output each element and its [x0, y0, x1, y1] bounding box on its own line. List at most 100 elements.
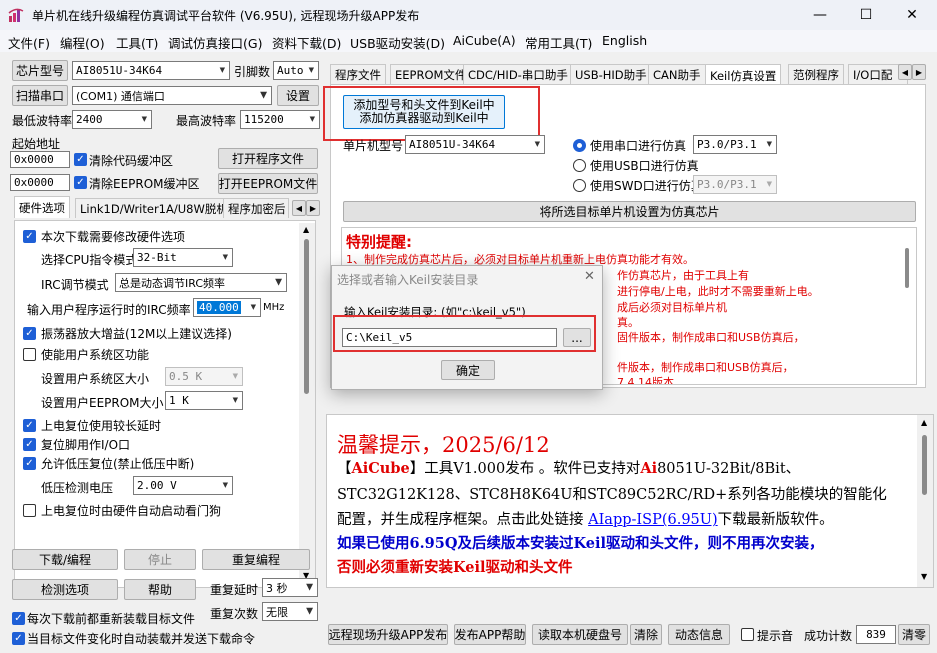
dialog-ok-button[interactable]: 确定	[441, 360, 495, 380]
com-port-select[interactable]: (COM1) 通信端口 ▼	[72, 86, 272, 105]
tip-scrollbar[interactable]: ▲ ▼	[917, 415, 933, 587]
chevron-down-icon: ▼	[766, 179, 772, 189]
reset-count-button[interactable]: 清零	[898, 624, 930, 645]
repeat-delay-select[interactable]: 3 秒 ▼	[262, 578, 318, 597]
maximize-button[interactable]: ☐	[843, 0, 889, 30]
port-settings-button[interactable]: 设置	[277, 85, 319, 106]
auto-reload-checkbox[interactable]: ✓	[12, 632, 25, 645]
download-link[interactable]: AIapp-ISP(6.95U)	[588, 512, 718, 528]
tab-offline-writer[interactable]: Link1D/Writer1A/U8W脱机	[75, 198, 233, 218]
osc-gain-checkbox[interactable]: ✓	[23, 327, 36, 340]
menu-common-tools[interactable]: 常用工具(T)	[525, 33, 592, 52]
download-program-button[interactable]: 下载/编程	[12, 549, 118, 570]
user-sys-area-checkbox[interactable]	[23, 348, 36, 361]
publish-help-button[interactable]: 发布APP帮助	[454, 624, 526, 645]
tab-serial-helper[interactable]: CDC/HID-串口助手	[463, 64, 573, 84]
read-disk-id-button[interactable]: 读取本机硬盘号	[532, 624, 628, 645]
tab-can-helper[interactable]: CAN助手	[648, 64, 706, 84]
left-panel: 芯片型号 AI8051U-34K64 ▼ 引脚数 Auto ▼ 扫描串口 (COM1…	[0, 52, 326, 653]
clear-eeprom-checkbox[interactable]: ✓	[74, 176, 87, 189]
options-scrollbar[interactable]: ▲ ▼	[299, 223, 315, 585]
irc-freq-select[interactable]: 40.000 ▼	[193, 298, 261, 317]
cpu-mode-label: 选择CPU指令模式	[41, 253, 138, 267]
menu-program[interactable]: 编程(O)	[60, 33, 105, 52]
highlight-box-path	[333, 315, 596, 352]
notice-scrollbar-thumb[interactable]	[905, 248, 909, 288]
menu-downloads[interactable]: 资料下载(D)	[272, 33, 341, 52]
minimize-button[interactable]: —	[797, 0, 843, 30]
low-volt-reset-checkbox[interactable]: ✓	[23, 457, 36, 470]
close-button[interactable]: ✕	[889, 0, 935, 30]
repeat-program-button[interactable]: 重复编程	[202, 549, 310, 570]
notice-line-8: 件版本，制作成串口和USB仿真后，	[617, 361, 794, 374]
remote-upgrade-button[interactable]: 远程现场升级APP发布	[328, 624, 448, 645]
tab-keil-sim-settings[interactable]: Keil仿真设置	[705, 64, 782, 84]
add-to-keil-button[interactable]: 添加型号和头文件到Keil中 添加仿真器驱动到Keil中	[343, 95, 505, 129]
pin-count-select[interactable]: Auto ▼	[273, 61, 319, 80]
mcu-model-select[interactable]: AI8051U-34K64 ▼	[405, 135, 545, 154]
stop-button[interactable]: 停止	[124, 549, 196, 570]
low-volt-select[interactable]: 2.00 V ▼	[133, 476, 233, 495]
check-options-button[interactable]: 检测选项	[12, 579, 118, 600]
swd-port-select[interactable]: P3.0/P3.1 ▼	[693, 175, 777, 194]
tab-scroll-right-button[interactable]: ▶	[306, 200, 320, 216]
chevron-down-icon: ▼	[232, 371, 238, 381]
tab-program-file[interactable]: 程序文件	[330, 64, 386, 84]
tab-scroll-left-button[interactable]: ◀	[292, 200, 306, 216]
max-baud-select[interactable]: 115200 ▼	[240, 110, 320, 129]
dialog-close-icon[interactable]: ✕	[584, 269, 595, 284]
irc-mode-select[interactable]: 总是动态调节IRC频率 ▼	[115, 273, 287, 292]
watchdog-checkbox[interactable]	[23, 504, 36, 517]
scrollbar-thumb[interactable]	[304, 239, 309, 394]
eeprom-address-input[interactable]: 0x0000	[10, 174, 70, 191]
notice-line-4: 成后必须对目标单片机	[617, 301, 727, 314]
menu-aicube[interactable]: AiCube(A)	[453, 33, 516, 48]
right-tab-scroll-left-button[interactable]: ◀	[898, 64, 912, 80]
cpu-mode-select[interactable]: 32-Bit ▼	[133, 248, 233, 267]
need-modify-checkbox[interactable]: ✓	[23, 230, 36, 243]
tip-paragraph-3: 配置，并生成程序框架。点击此处链接 AIapp-ISP(6.95U)下载最新版软…	[337, 508, 834, 529]
chevron-down-icon: ▼	[219, 65, 225, 75]
reset-pin-io-checkbox[interactable]: ✓	[23, 438, 36, 451]
menu-tools[interactable]: 工具(T)	[116, 33, 158, 52]
serial-port-select[interactable]: P3.0/P3.1 ▼	[693, 135, 777, 154]
right-tab-strip: 程序文件 EEPROM文件 CDC/HID-串口助手 USB-HID助手 CAN…	[330, 62, 920, 84]
tab-hardware-options[interactable]: 硬件选项	[14, 196, 70, 218]
code-address-input[interactable]: 0x0000	[10, 151, 70, 168]
min-baud-select[interactable]: 2400 ▼	[72, 110, 152, 129]
long-delay-checkbox[interactable]: ✓	[23, 419, 36, 432]
notice-scrollbar[interactable]	[900, 230, 916, 382]
tab-encryption[interactable]: 程序加密后	[223, 198, 289, 218]
osc-gain-label: 振荡器放大增益(12M以上建议选择)	[41, 327, 232, 341]
sys-area-size-select[interactable]: 0.5 K ▼	[165, 367, 243, 386]
right-tab-scroll-right-button[interactable]: ▶	[912, 64, 926, 80]
tab-eeprom-file[interactable]: EEPROM文件	[390, 64, 472, 84]
clear-button[interactable]: 清除	[630, 624, 662, 645]
start-address-label: 起始地址	[12, 137, 61, 151]
menu-usb-driver[interactable]: USB驱动安装(D)	[350, 33, 445, 52]
menu-file[interactable]: 文件(F)	[8, 33, 50, 52]
sound-checkbox[interactable]	[741, 628, 754, 641]
menu-debug-interface[interactable]: 调试仿真接口(G)	[168, 33, 262, 52]
set-sim-chip-button[interactable]: 将所选目标单片机设置为仿真芯片	[343, 201, 916, 222]
open-eeprom-file-button[interactable]: 打开EEPROM文件	[218, 173, 318, 194]
eeprom-size-select[interactable]: 1 K ▼	[165, 391, 243, 410]
chip-model-select[interactable]: AI8051U-34K64 ▼	[72, 61, 230, 80]
scan-port-button[interactable]: 扫描串口	[12, 85, 68, 106]
tab-usb-hid-helper[interactable]: USB-HID助手	[570, 64, 652, 84]
usb-sim-radio[interactable]	[573, 159, 586, 172]
tab-example-programs[interactable]: 范例程序	[788, 64, 844, 84]
dynamic-info-button[interactable]: 动态信息	[668, 624, 730, 645]
clear-code-checkbox[interactable]: ✓	[74, 153, 87, 166]
menu-english[interactable]: English	[602, 33, 647, 48]
serial-sim-radio[interactable]	[573, 139, 586, 152]
chevron-down-icon: ▼	[141, 114, 147, 124]
reload-each-checkbox[interactable]: ✓	[12, 612, 25, 625]
success-count-value: 839	[856, 625, 896, 644]
swd-sim-radio[interactable]	[573, 179, 586, 192]
help-button[interactable]: 帮助	[124, 579, 196, 600]
open-program-file-button[interactable]: 打开程序文件	[218, 148, 318, 169]
tip-scrollbar-thumb[interactable]	[922, 435, 927, 495]
chevron-down-icon: ▼	[232, 395, 238, 405]
repeat-count-select[interactable]: 无限 ▼	[262, 602, 318, 621]
